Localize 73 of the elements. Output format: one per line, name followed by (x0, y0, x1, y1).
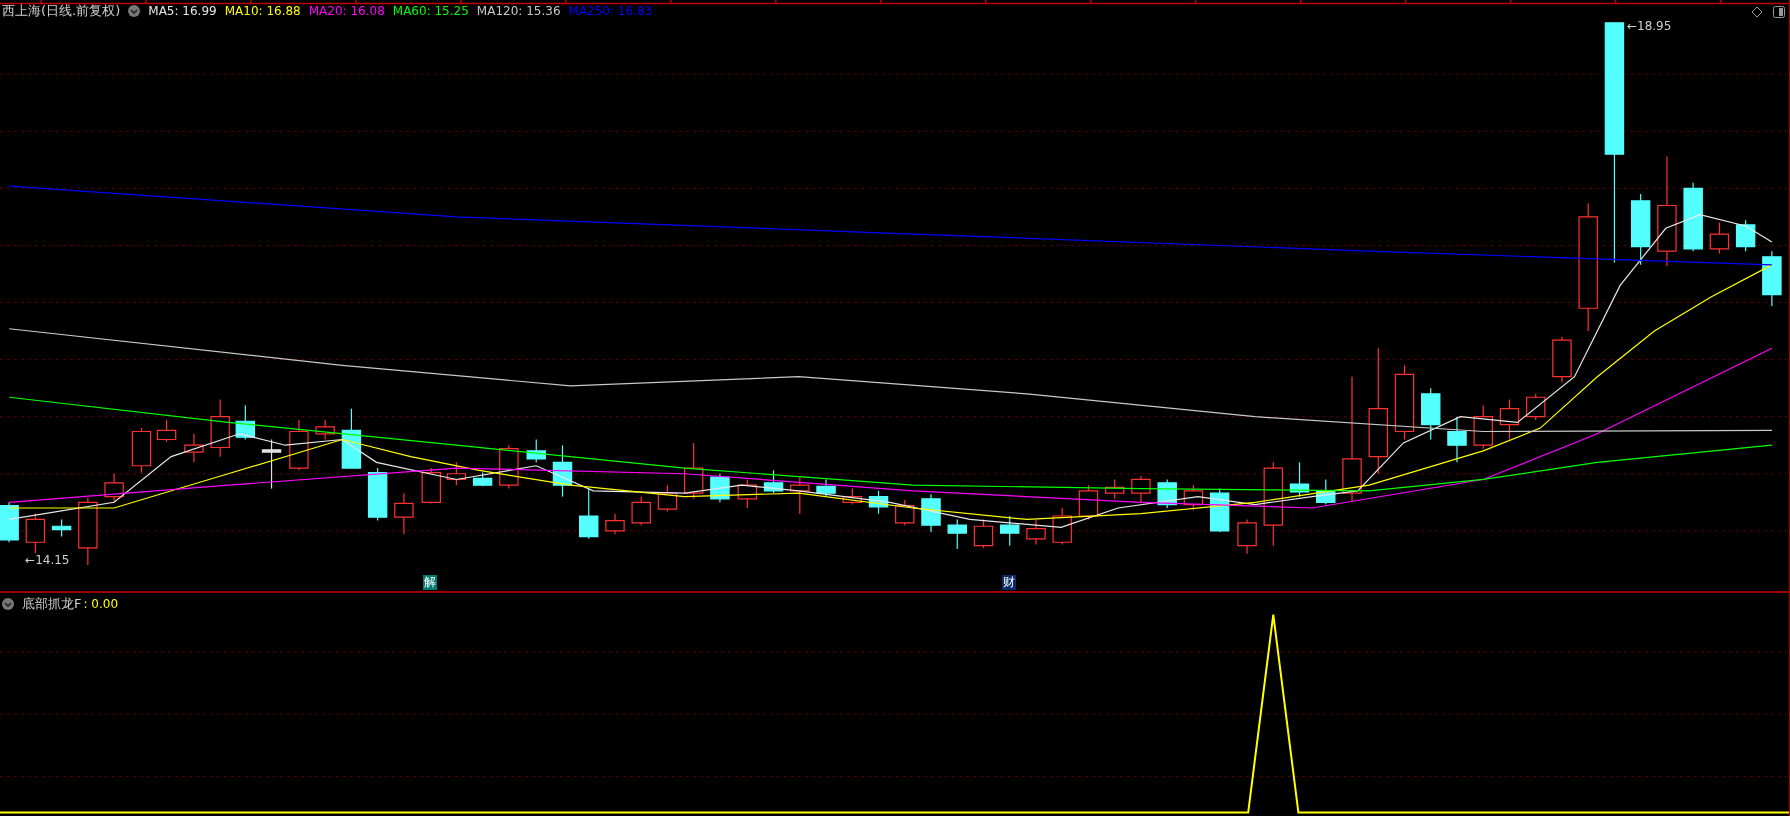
indicator-value: MA10: 16.88 (224, 4, 301, 18)
candlestick (710, 473, 730, 503)
indicator-value: : 0.00 (83, 597, 119, 611)
candlestick (947, 518, 967, 550)
candlestick (1000, 515, 1020, 547)
candlestick (341, 408, 362, 469)
candlestick (1447, 416, 1467, 463)
dropdown-icon[interactable] (128, 5, 141, 17)
dropdown-icon[interactable] (2, 598, 14, 610)
candlestick (631, 496, 651, 526)
candlestick (51, 518, 72, 538)
candlestick (1052, 507, 1072, 546)
indicator-value: MA120: 15.36 (476, 4, 561, 18)
candlestick (737, 478, 758, 509)
candlestick (1552, 336, 1572, 384)
candlestick (1131, 475, 1151, 503)
candlestick (552, 444, 573, 498)
candlestick (156, 419, 177, 443)
candlestick (184, 433, 204, 463)
candlestick (1683, 182, 1703, 252)
indicator-value: MA250: 16.83 (568, 4, 653, 18)
candlestick (1421, 387, 1441, 441)
candlestick (973, 518, 994, 549)
candlestick (895, 499, 915, 526)
candlestick (499, 444, 519, 490)
candlestick (1526, 393, 1546, 421)
candlestick (394, 492, 414, 535)
candlestick (131, 427, 152, 474)
candlestick (1735, 219, 1756, 252)
candlestick (605, 513, 625, 535)
candlestick (472, 472, 493, 487)
low-price-label: ←14.15 (25, 552, 70, 567)
candlestick (657, 484, 678, 513)
candlestick (315, 419, 335, 441)
candlestick (235, 404, 256, 441)
candlestick (1316, 478, 1336, 506)
candlestick (78, 497, 98, 566)
candlestick (790, 476, 810, 515)
indicator-value: MA60: 15.25 (392, 4, 469, 18)
diamond-icon[interactable] (1751, 6, 1763, 18)
stock-title: 西上海(日线.前复权) (2, 4, 121, 18)
candlestick (289, 419, 309, 471)
candlestick (816, 478, 836, 498)
indicator-name: 底部抓龙F (22, 597, 82, 611)
candlestick (1026, 518, 1046, 546)
candlestick (1499, 398, 1520, 441)
candlestick (0, 501, 19, 543)
candlestick (1237, 518, 1257, 555)
candlestick (446, 461, 467, 486)
candlestick (1473, 404, 1493, 450)
candlestick (104, 473, 124, 503)
candlestick (210, 398, 230, 458)
candlestick (763, 469, 784, 494)
candlestick (261, 438, 282, 490)
candlestick (1762, 250, 1782, 307)
candlestick (526, 438, 546, 463)
candlestick (921, 493, 941, 533)
candlestick (421, 467, 441, 505)
candlestick (1709, 222, 1730, 255)
indicator-value: MA20: 16.08 (308, 4, 385, 18)
candlestick (367, 467, 388, 522)
candlestick (683, 442, 704, 500)
event-marker[interactable]: 解 (423, 575, 438, 590)
indicator-value: MA5: 16.99 (148, 4, 217, 18)
candlestick (868, 490, 889, 515)
candlestick (1289, 461, 1310, 498)
event-marker[interactable]: 财 (1001, 575, 1016, 590)
candlestick (1183, 484, 1204, 511)
candlestick (842, 488, 862, 506)
candlestick (579, 488, 599, 540)
candlestick (1104, 478, 1125, 500)
panel-toggle-icon[interactable] (1773, 6, 1785, 18)
candlestick (1209, 488, 1230, 533)
